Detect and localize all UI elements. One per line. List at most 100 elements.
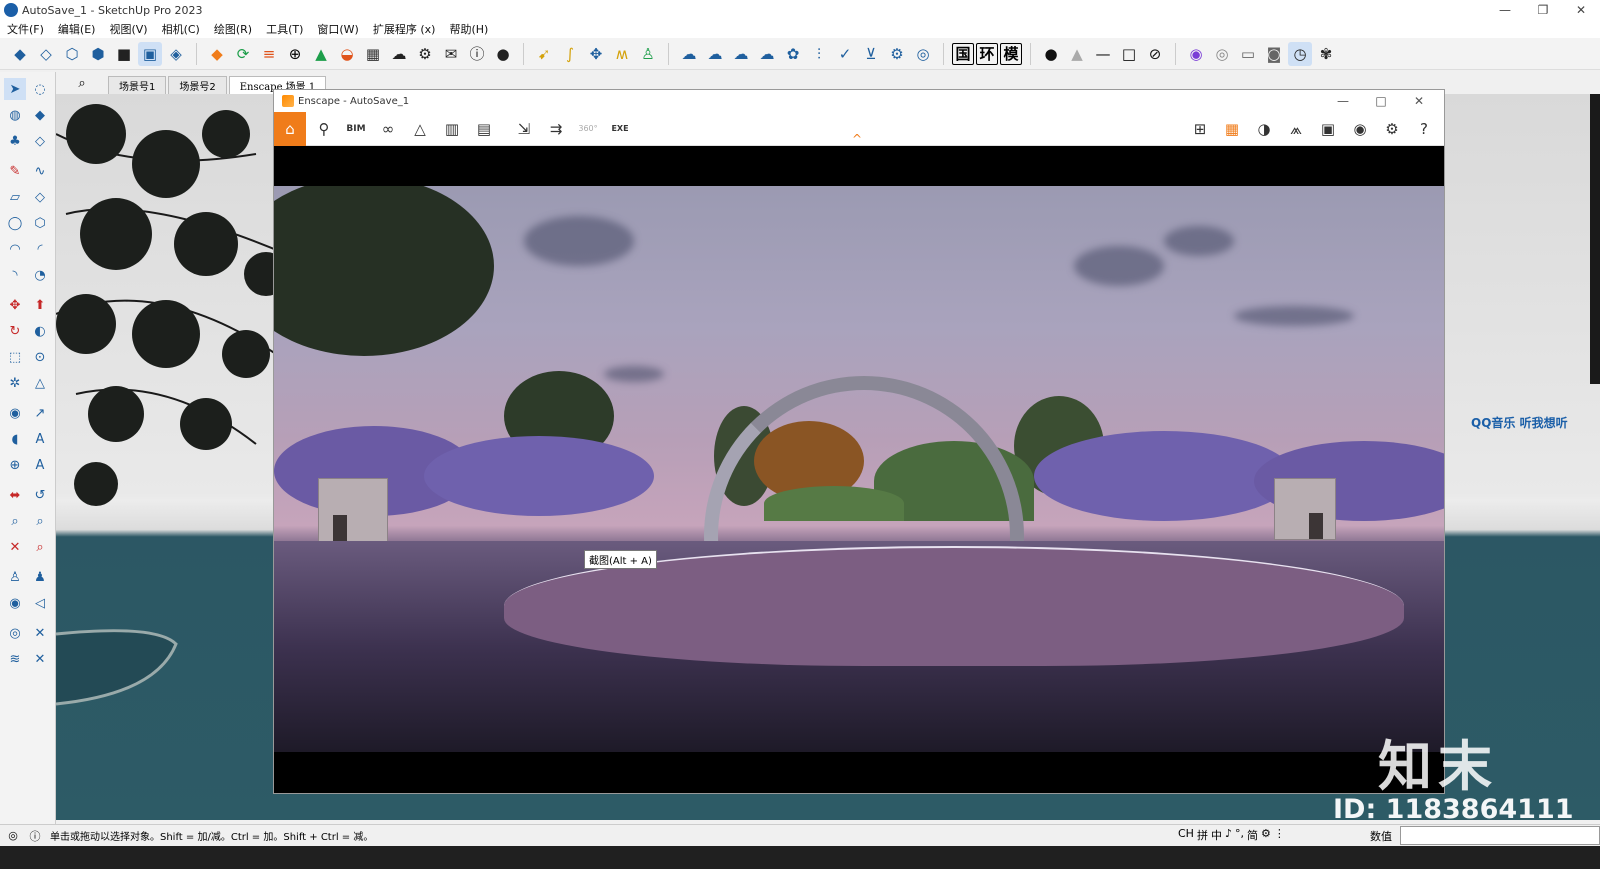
ime-pinyin[interactable]: 拼: [1197, 827, 1208, 843]
sandbox-grid-icon[interactable]: ✕: [29, 622, 51, 644]
flower-icon[interactable]: ✾: [1314, 42, 1338, 66]
tab-scene-2[interactable]: 场景号2: [168, 76, 227, 94]
restore-button[interactable]: ❐: [1524, 0, 1562, 20]
rectangle-tool-icon[interactable]: ▱: [4, 186, 26, 208]
dot-icon[interactable]: ●: [1039, 42, 1063, 66]
ime-simplified[interactable]: 简: [1247, 827, 1258, 843]
map-icon[interactable]: ⊞: [1186, 115, 1214, 143]
move-tool-icon[interactable]: ✥: [584, 42, 608, 66]
record-icon[interactable]: ◎: [1210, 42, 1234, 66]
axes-icon[interactable]: ⊕: [4, 454, 26, 476]
gears-icon[interactable]: ⚙: [413, 42, 437, 66]
cloud-link-icon[interactable]: ☁: [677, 42, 701, 66]
sandbox-icon[interactable]: ◎: [4, 622, 26, 644]
rotate-icon[interactable]: ↻: [4, 320, 26, 342]
previous-view-icon[interactable]: ⌕: [29, 536, 51, 558]
enscape-sync-icon[interactable]: ⟳: [231, 42, 255, 66]
zoom-window-icon[interactable]: ⌕: [29, 510, 51, 532]
export-image-icon[interactable]: ⇲: [510, 115, 538, 143]
ime-moon-icon[interactable]: ♪: [1225, 827, 1232, 843]
eraser-icon[interactable]: ◆: [29, 104, 51, 126]
arc-tool-icon[interactable]: ◠: [4, 238, 26, 260]
follow-me-icon[interactable]: ◐: [29, 320, 51, 342]
pie-tool-icon[interactable]: ◔: [29, 264, 51, 286]
rectangle-icon[interactable]: □: [1117, 42, 1141, 66]
pin-icon[interactable]: ⚲: [310, 115, 338, 143]
batch-render-icon[interactable]: ⇉: [542, 115, 570, 143]
camera-icon[interactable]: ◙: [1262, 42, 1286, 66]
enscape-views-icon[interactable]: ≡: [257, 42, 281, 66]
front-view-icon[interactable]: ⬡: [60, 42, 84, 66]
3d-text-icon[interactable]: A: [29, 454, 51, 476]
bim-icon[interactable]: BIM: [342, 115, 370, 143]
top-view-icon[interactable]: ◇: [34, 42, 58, 66]
minimize-button[interactable]: —: [1486, 0, 1524, 20]
look-around-icon[interactable]: ◉: [4, 592, 26, 614]
scene-search-icon[interactable]: ⌕: [56, 72, 108, 94]
position-camera-icon[interactable]: ♙: [4, 566, 26, 588]
cloud-upload-icon[interactable]: ☁: [387, 42, 411, 66]
sliders-icon[interactable]: ⫶: [807, 42, 831, 66]
arc3-tool-icon[interactable]: ◝: [4, 264, 26, 286]
right-view-icon[interactable]: ⬢: [86, 42, 110, 66]
huan-button[interactable]: 环: [976, 42, 998, 65]
settings-icon[interactable]: ⚙: [1378, 115, 1406, 143]
freehand-icon[interactable]: ∿: [29, 160, 51, 182]
menu-help[interactable]: 帮助(H): [442, 21, 495, 37]
enscape-maximize-button[interactable]: □: [1362, 90, 1400, 112]
push-pull-icon[interactable]: ⬆: [29, 294, 51, 316]
binoculars-icon[interactable]: ∞: [374, 115, 402, 143]
download-icon[interactable]: ⊻: [859, 42, 883, 66]
select-arrow-icon[interactable]: ➤: [4, 78, 26, 100]
protractor-icon[interactable]: ◖: [4, 428, 26, 450]
add-icon[interactable]: ⊕: [283, 42, 307, 66]
asset-library-icon[interactable]: ▦: [1218, 115, 1246, 143]
menu-window[interactable]: 窗口(W): [310, 21, 365, 37]
menu-edit[interactable]: 编辑(E): [51, 21, 103, 37]
vr-headset-icon[interactable]: ▣: [1314, 115, 1342, 143]
section-plane-icon[interactable]: ⬌: [4, 484, 26, 506]
layers-icon[interactable]: ≋: [4, 648, 26, 670]
chrome-icon[interactable]: ◎: [911, 42, 935, 66]
line-icon[interactable]: —: [1091, 42, 1115, 66]
rotated-rect-icon[interactable]: ◇: [29, 186, 51, 208]
guo-button[interactable]: 国: [952, 42, 974, 65]
xray-view-icon[interactable]: ◈: [164, 42, 188, 66]
ime-punct[interactable]: °,: [1235, 827, 1244, 843]
cloud-arrow-icon[interactable]: ☁: [755, 42, 779, 66]
paint-bucket-icon[interactable]: ◍: [4, 104, 26, 126]
scale-icon[interactable]: ⬚: [4, 346, 26, 368]
offset-icon[interactable]: ⊙: [29, 346, 51, 368]
walk-icon[interactable]: ♟: [29, 566, 51, 588]
home-icon[interactable]: ⌂: [274, 111, 306, 146]
sunset-icon[interactable]: ◒: [335, 42, 359, 66]
arc2-tool-icon[interactable]: ◜: [29, 238, 51, 260]
enscape-minimize-button[interactable]: —: [1324, 90, 1362, 112]
geo-location-icon[interactable]: ◎: [4, 827, 22, 845]
plugin-purple-icon[interactable]: ◉: [1184, 42, 1208, 66]
timer-icon[interactable]: ◷: [1288, 41, 1312, 66]
zoom-icon[interactable]: ⌕: [4, 510, 26, 532]
cone-icon[interactable]: ▲: [1065, 42, 1089, 66]
mail-icon[interactable]: ✉: [439, 42, 463, 66]
check-circle-icon[interactable]: ✓: [833, 42, 857, 66]
measurements-input[interactable]: [1400, 826, 1600, 845]
dimension-icon[interactable]: ↗: [29, 402, 51, 424]
component-icon[interactable]: ♣: [4, 130, 26, 152]
user-icon[interactable]: ●: [491, 42, 515, 66]
select-tool-icon[interactable]: ➹: [532, 42, 556, 66]
menu-tools[interactable]: 工具(T): [259, 21, 310, 37]
menu-view[interactable]: 视图(V): [102, 21, 154, 37]
ime-more-icon[interactable]: ⋮: [1274, 827, 1285, 843]
triangle-icon[interactable]: △: [406, 115, 434, 143]
tab-scene-1[interactable]: 场景号1: [108, 76, 167, 94]
exe-export-icon[interactable]: EXE: [606, 115, 634, 143]
checker-icon[interactable]: ▦: [361, 42, 385, 66]
smoove-icon[interactable]: ✕: [29, 648, 51, 670]
site-icon[interactable]: ⩕: [1282, 115, 1310, 143]
close-button[interactable]: ✕: [1562, 0, 1600, 20]
pencil-icon[interactable]: ✎: [4, 160, 26, 182]
enscape-close-button[interactable]: ✕: [1400, 90, 1438, 112]
building-icon[interactable]: ▥: [438, 115, 466, 143]
person-tool-icon[interactable]: ♙: [636, 42, 660, 66]
